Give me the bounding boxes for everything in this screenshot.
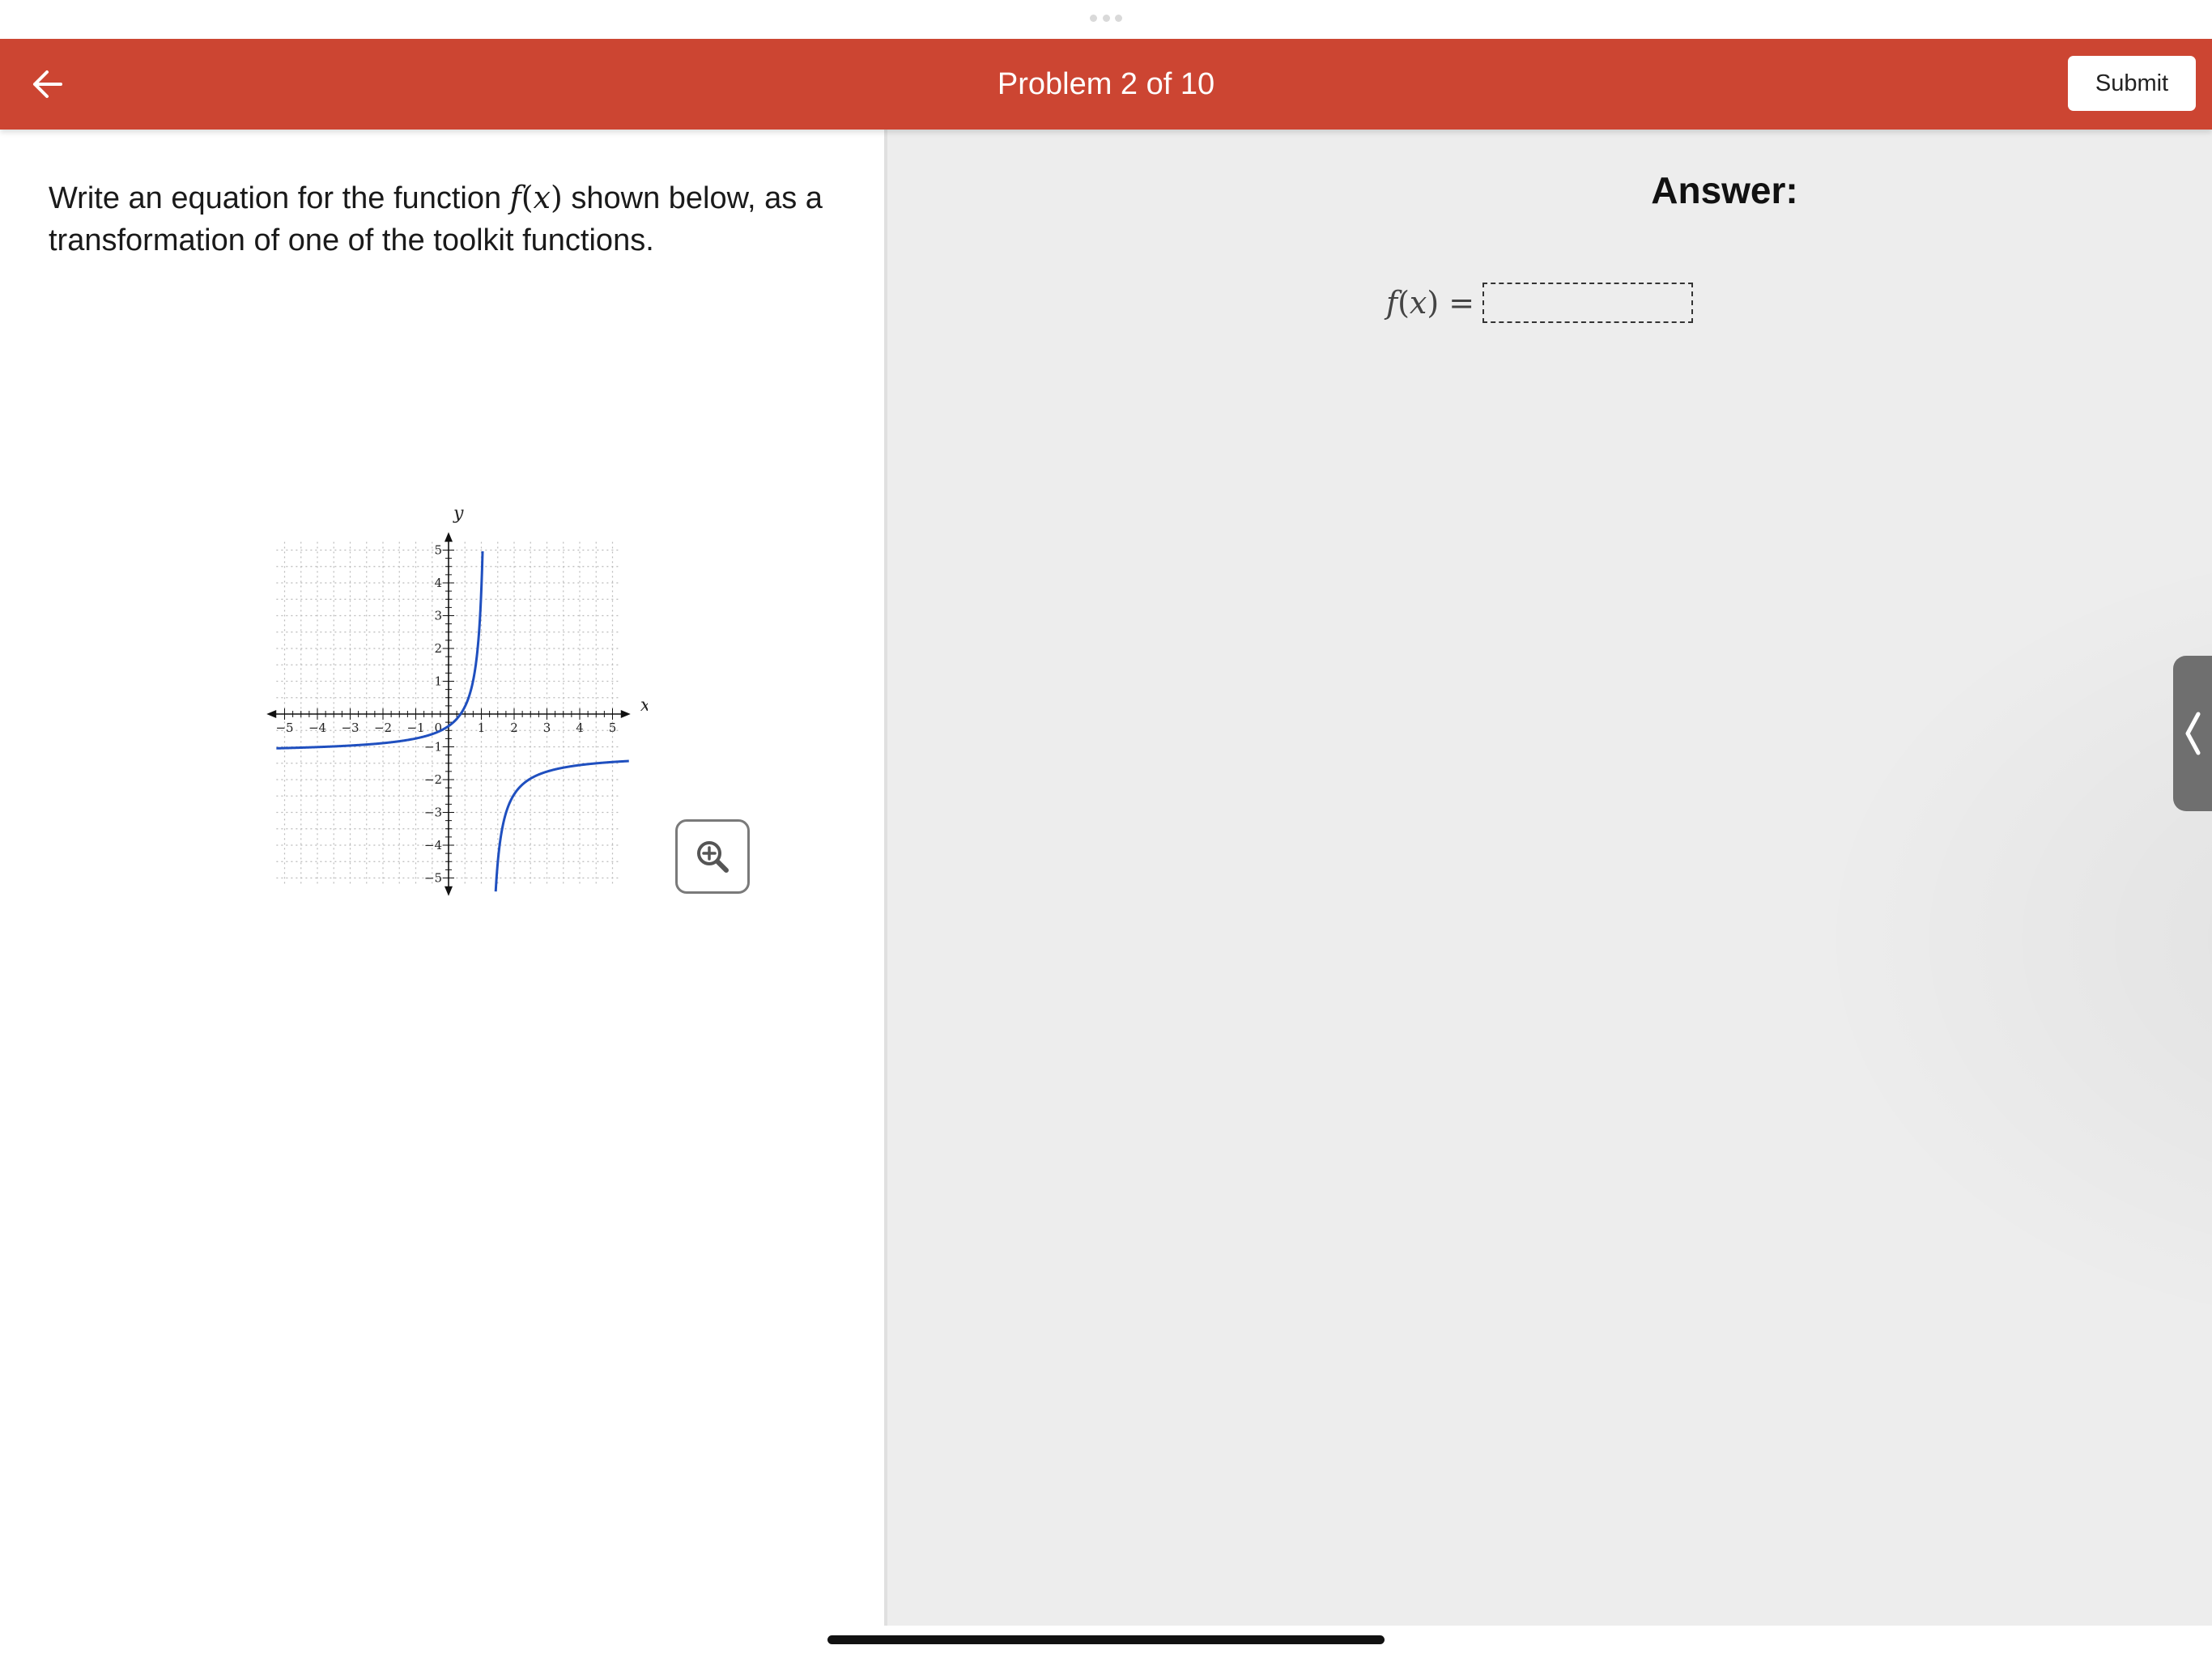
question-function-notation: f(x) — [510, 180, 563, 215]
x-tick-label: 2 — [510, 721, 518, 735]
x-tick-label: −3 — [341, 721, 359, 735]
x-tick-label: 1 — [478, 721, 486, 735]
side-panel-tab[interactable] — [2173, 656, 2212, 811]
paren-open: ( — [521, 180, 534, 215]
x-tick-label: −1 — [406, 721, 424, 735]
page-title: Problem 2 of 10 — [997, 67, 1215, 101]
x-tick-label: 3 — [543, 721, 551, 735]
y-tick-label: −1 — [424, 740, 442, 755]
paren-close: ) — [1427, 285, 1440, 321]
y-tick-label: −3 — [424, 806, 442, 820]
answer-title: Answer: — [1651, 169, 1798, 211]
y-axis-arrow-up — [445, 532, 453, 542]
y-tick-label: 1 — [434, 674, 442, 689]
answer-row: f(x) = — [1386, 280, 1694, 325]
function-name: f — [509, 180, 521, 215]
y-tick-label: −4 — [424, 838, 442, 852]
panel-shade — [1807, 534, 2212, 1344]
question-panel: Write an equation for the function f(x) … — [0, 130, 884, 1626]
question-text-before: Write an equation for the function — [49, 181, 510, 215]
curve-right-branch — [494, 759, 629, 892]
x-tick-label: −2 — [374, 721, 392, 735]
x-tick-label: 5 — [609, 721, 617, 735]
x-tick-label: 4 — [576, 721, 584, 735]
y-tick-label: 4 — [434, 576, 442, 590]
problem-page: Problem 2 of 10 Submit Write an equation… — [0, 0, 2212, 1658]
answer-label: f(x) = — [1386, 285, 1474, 321]
y-tick-label: 3 — [434, 609, 442, 623]
x-tick-label: −4 — [308, 721, 326, 735]
home-indicator[interactable] — [827, 1635, 1385, 1644]
answer-function-variable: x — [1409, 285, 1427, 321]
chevron-left-icon — [2185, 712, 2201, 755]
curve-left-branch — [276, 551, 484, 750]
function-graph: −5−4−3−2−11234554321−1−2−3−4−50xy — [266, 504, 648, 896]
dot — [1090, 14, 1097, 22]
answer-input[interactable] — [1482, 283, 1694, 323]
x-tick-label: −5 — [275, 721, 293, 735]
x-axis-arrow-left — [266, 710, 277, 718]
x-axis-label: x — [640, 695, 648, 716]
y-tick-label: 2 — [434, 641, 442, 656]
multitasking-dots[interactable] — [1090, 13, 1122, 23]
y-tick-label: −2 — [424, 772, 442, 787]
answer-panel: Answer: f(x) = — [887, 130, 2212, 1626]
question-text: Write an equation for the function f(x) … — [49, 176, 858, 261]
dot — [1115, 14, 1122, 22]
answer-function-name: f — [1386, 285, 1398, 321]
paren-close: ) — [551, 180, 563, 215]
zoom-in-icon — [697, 841, 729, 873]
x-axis-arrow-right — [620, 710, 631, 718]
zoom-button[interactable] — [675, 819, 750, 894]
equals-sign: = — [1439, 285, 1475, 321]
y-tick-label: 5 — [434, 543, 442, 558]
paren-open: ( — [1397, 285, 1410, 321]
function-variable: x — [533, 180, 551, 215]
dot — [1102, 14, 1110, 22]
y-axis-arrow-down — [445, 886, 453, 896]
y-axis-label: y — [453, 504, 464, 524]
header-bar: Problem 2 of 10 Submit — [0, 39, 2212, 130]
submit-button[interactable]: Submit — [2068, 56, 2196, 111]
y-tick-label: −5 — [424, 871, 442, 886]
